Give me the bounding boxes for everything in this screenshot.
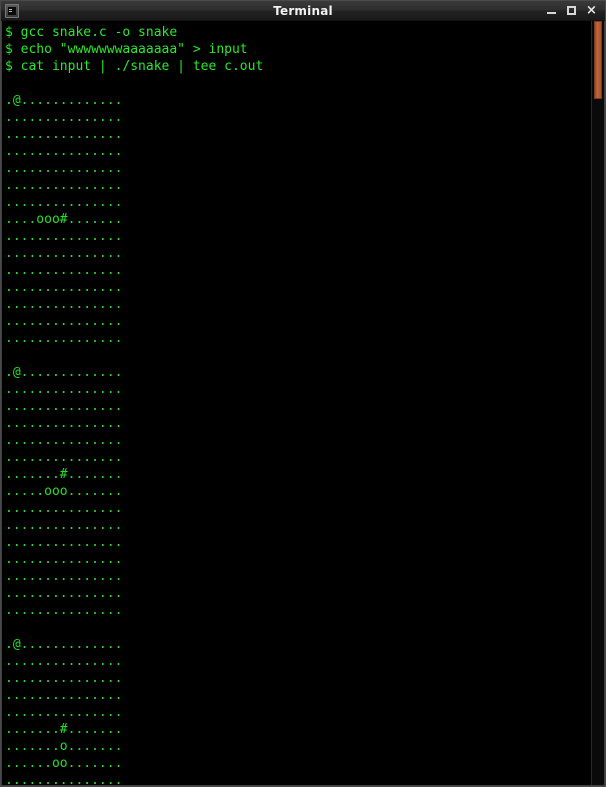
- terminal-body: $ gcc snake.c -o snake $ echo "wwwwwwwaaa…: [1, 21, 605, 786]
- frame-1-row-2: ...............: [5, 110, 123, 125]
- frame-2-row-6: ...............: [5, 450, 123, 465]
- frame-1-row-11: ...............: [5, 263, 123, 278]
- frame-2-row-2: ...............: [5, 382, 123, 397]
- command-line-1: $ gcc snake.c -o snake: [5, 25, 178, 40]
- frame-3-row-4: ...............: [5, 688, 123, 703]
- frame-3-row-3: ...............: [5, 671, 123, 686]
- frame-1-row-4: ...............: [5, 144, 123, 159]
- terminal-window: Terminal × $ gcc snake.c -o snake $ echo …: [0, 0, 606, 787]
- frame-1-row-15: ...............: [5, 331, 123, 346]
- frame-2-row-7: .......#.......: [5, 467, 123, 482]
- frame-2-row-12: ...............: [5, 552, 123, 567]
- frame-2-row-8: .....ooo.......: [5, 484, 123, 499]
- command-line-3: $ cat input | ./snake | tee c.out: [5, 59, 264, 74]
- frame-2-row-5: ...............: [5, 433, 123, 448]
- frame-3-row-5: ...............: [5, 705, 123, 720]
- frame-2-row-9: ...............: [5, 501, 123, 516]
- maximize-button[interactable]: [566, 4, 577, 17]
- frame-1-row-8: ....ooo#.......: [5, 212, 123, 227]
- frame-1-row-9: ...............: [5, 229, 123, 244]
- terminal-scrollbar[interactable]: [591, 21, 604, 785]
- frame-1-row-6: ...............: [5, 178, 123, 193]
- frame-2-row-4: ...............: [5, 416, 123, 431]
- window-title: Terminal: [273, 3, 333, 18]
- frame-1-row-13: ...............: [5, 297, 123, 312]
- frame-2-row-13: ...............: [5, 569, 123, 584]
- frame-3-row-8: ......oo.......: [5, 756, 123, 771]
- frame-3-row-6: .......#.......: [5, 722, 123, 737]
- frame-1-row-1: .@.............: [5, 93, 123, 108]
- frame-3-row-2: ...............: [5, 654, 123, 669]
- minimize-button[interactable]: [546, 4, 557, 17]
- frame-1-row-7: ...............: [5, 195, 123, 210]
- terminal-icon: [5, 3, 19, 18]
- terminal-output[interactable]: $ gcc snake.c -o snake $ echo "wwwwwwwaaa…: [2, 21, 591, 785]
- frame-2-row-14: ...............: [5, 586, 123, 601]
- frame-2-row-15: ...............: [5, 603, 123, 618]
- frame-2-row-10: ...............: [5, 518, 123, 533]
- frame-1-row-12: ...............: [5, 280, 123, 295]
- frame-2-row-11: ...............: [5, 535, 123, 550]
- frame-3-row-9: ...............: [5, 773, 123, 785]
- frame-1-row-14: ...............: [5, 314, 123, 329]
- frame-2-row-1: .@.............: [5, 365, 123, 380]
- command-line-2: $ echo "wwwwwwwaaaaaaa" > input: [5, 42, 248, 57]
- frame-3-row-7: .......o.......: [5, 739, 123, 754]
- frame-1-row-5: ...............: [5, 161, 123, 176]
- frame-1-row-3: ...............: [5, 127, 123, 142]
- frame-1-row-10: ...............: [5, 246, 123, 261]
- frame-3-row-1: .@.............: [5, 637, 123, 652]
- close-icon[interactable]: ×: [586, 4, 597, 17]
- title-bar[interactable]: Terminal ×: [1, 1, 605, 21]
- frame-2-row-3: ...............: [5, 399, 123, 414]
- scrollbar-thumb[interactable]: [594, 21, 602, 99]
- window-controls: ×: [546, 4, 601, 17]
